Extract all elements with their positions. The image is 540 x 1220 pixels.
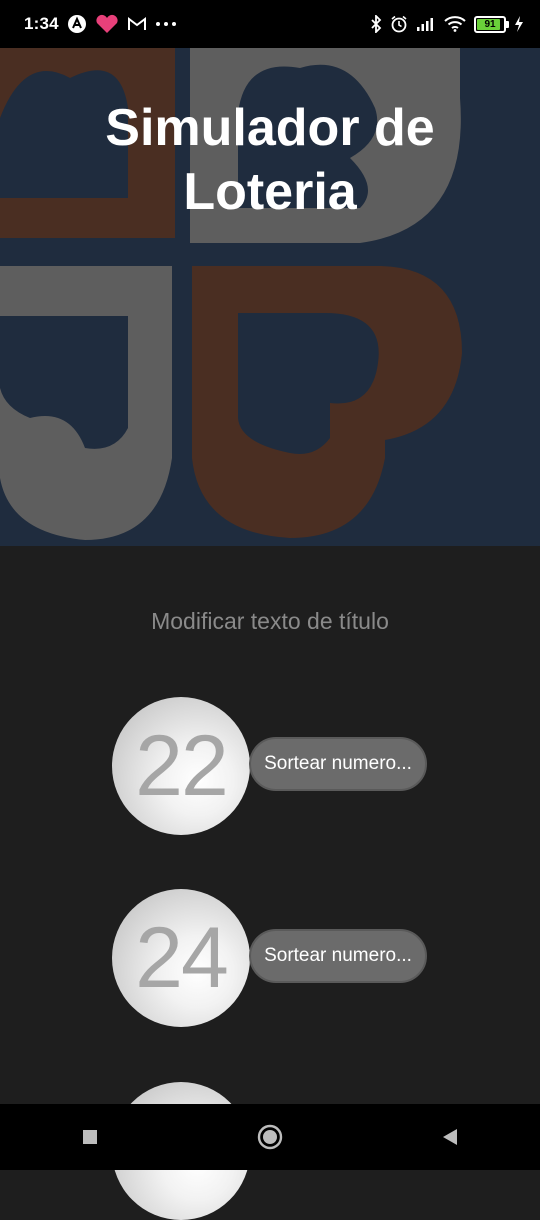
battery-percent: 91 bbox=[484, 18, 496, 30]
home-icon[interactable] bbox=[250, 1117, 290, 1157]
gmail-icon bbox=[127, 16, 147, 32]
ball-number: 24 bbox=[135, 910, 229, 1006]
charging-icon bbox=[514, 16, 524, 32]
draw-number-button[interactable]: Sortear numero... bbox=[249, 929, 427, 983]
battery-icon: 91 bbox=[474, 15, 509, 33]
modify-title-text[interactable]: Modificar texto de título bbox=[0, 608, 540, 635]
heart-app-icon bbox=[95, 14, 119, 34]
app-title-line-2: Loteria bbox=[183, 163, 357, 221]
ball-number: 22 bbox=[135, 718, 229, 814]
app-title-line-1: Simulador de bbox=[105, 99, 435, 157]
alarm-icon bbox=[390, 15, 408, 33]
status-bar: 1:34 91 bbox=[0, 0, 540, 48]
bluetooth-icon bbox=[370, 15, 382, 33]
status-time: 1:34 bbox=[24, 14, 59, 33]
recent-apps-icon[interactable] bbox=[70, 1117, 110, 1157]
lottery-row: 22 Sortear numero... bbox=[112, 697, 432, 837]
lottery-row: 24 Sortear numero... bbox=[112, 889, 432, 1029]
more-dots-icon bbox=[155, 21, 177, 27]
draw-number-button[interactable]: Sortear numero... bbox=[249, 737, 427, 791]
navigation-bar bbox=[0, 1104, 540, 1170]
back-icon[interactable] bbox=[430, 1117, 470, 1157]
lottery-ball: 24 bbox=[112, 889, 250, 1027]
app-a-icon bbox=[67, 14, 87, 34]
signal-icon bbox=[416, 17, 436, 31]
wifi-icon bbox=[444, 16, 466, 32]
lottery-ball: 22 bbox=[112, 697, 250, 835]
app-title: Simulador de Loteria bbox=[0, 96, 540, 224]
header-banner: Simulador de Loteria bbox=[0, 48, 540, 546]
